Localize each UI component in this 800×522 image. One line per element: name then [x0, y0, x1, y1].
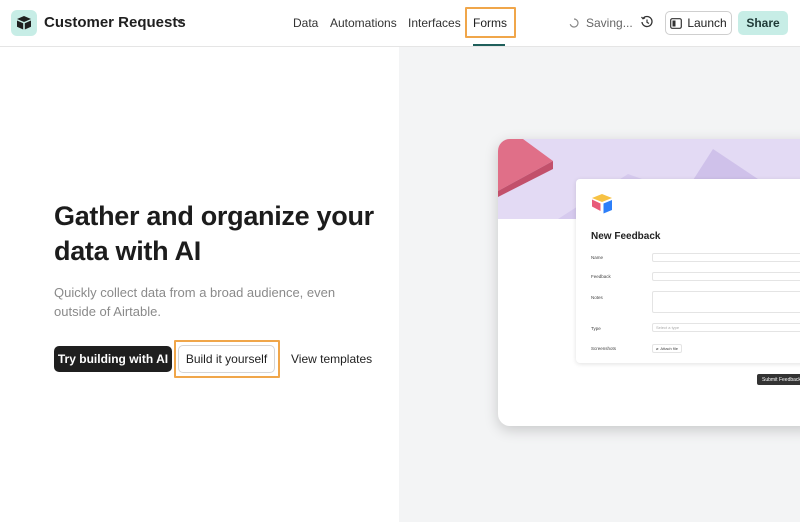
saving-status: Saving... — [569, 16, 633, 30]
airtable-color-logo-icon — [592, 194, 612, 214]
view-templates-link[interactable]: View templates — [291, 352, 372, 366]
share-button[interactable]: Share — [738, 11, 788, 35]
type-placeholder: Select a type — [656, 325, 680, 330]
hero-headline: Gather and organize your data with AI — [54, 201, 374, 266]
notes-field — [652, 291, 800, 313]
attach-file-button: ⌀ Attach file — [652, 344, 682, 353]
paperclip-icon: ⌀ — [656, 346, 659, 351]
tab-data[interactable]: Data — [293, 16, 318, 30]
spinner-icon — [569, 18, 579, 28]
top-bar: Customer Requests Data Automations Inter… — [0, 0, 800, 47]
base-name[interactable]: Customer Requests — [44, 14, 186, 31]
launch-button[interactable]: Launch — [665, 11, 732, 35]
chevron-down-icon[interactable] — [175, 16, 185, 26]
field-label-screenshots: Screenshots — [591, 346, 617, 351]
type-select: Select a type — [652, 323, 800, 332]
submit-feedback-button: Submit Feedback — [757, 374, 800, 385]
attach-file-label: Attach file — [660, 346, 678, 351]
form-sheet: New Feedback Name Feedback Notes Type Se… — [576, 179, 800, 363]
airtable-logo-icon[interactable] — [11, 10, 37, 36]
tab-interfaces[interactable]: Interfaces — [408, 16, 461, 30]
tab-automations[interactable]: Automations — [330, 16, 397, 30]
hero-subtext: Quickly collect data from a broad audien… — [54, 285, 336, 319]
field-label-feedback: Feedback — [591, 274, 611, 279]
field-label-name: Name — [591, 255, 604, 260]
history-icon[interactable] — [640, 15, 654, 29]
saving-label: Saving... — [586, 16, 633, 30]
field-label-notes: Notes — [591, 295, 603, 300]
launch-label: Launch — [687, 16, 727, 30]
form-title: New Feedback — [591, 231, 661, 242]
active-tab-indicator — [473, 44, 505, 46]
name-field — [652, 253, 800, 262]
feedback-field — [652, 272, 800, 281]
field-label-type: Type — [591, 326, 601, 331]
forms-tab-highlight — [465, 7, 516, 38]
build-button-highlight — [174, 340, 280, 378]
form-preview-card: New Feedback Name Feedback Notes Type Se… — [498, 139, 800, 426]
try-building-with-ai-button[interactable]: Try building with AI — [54, 346, 172, 372]
launch-icon — [670, 17, 683, 29]
